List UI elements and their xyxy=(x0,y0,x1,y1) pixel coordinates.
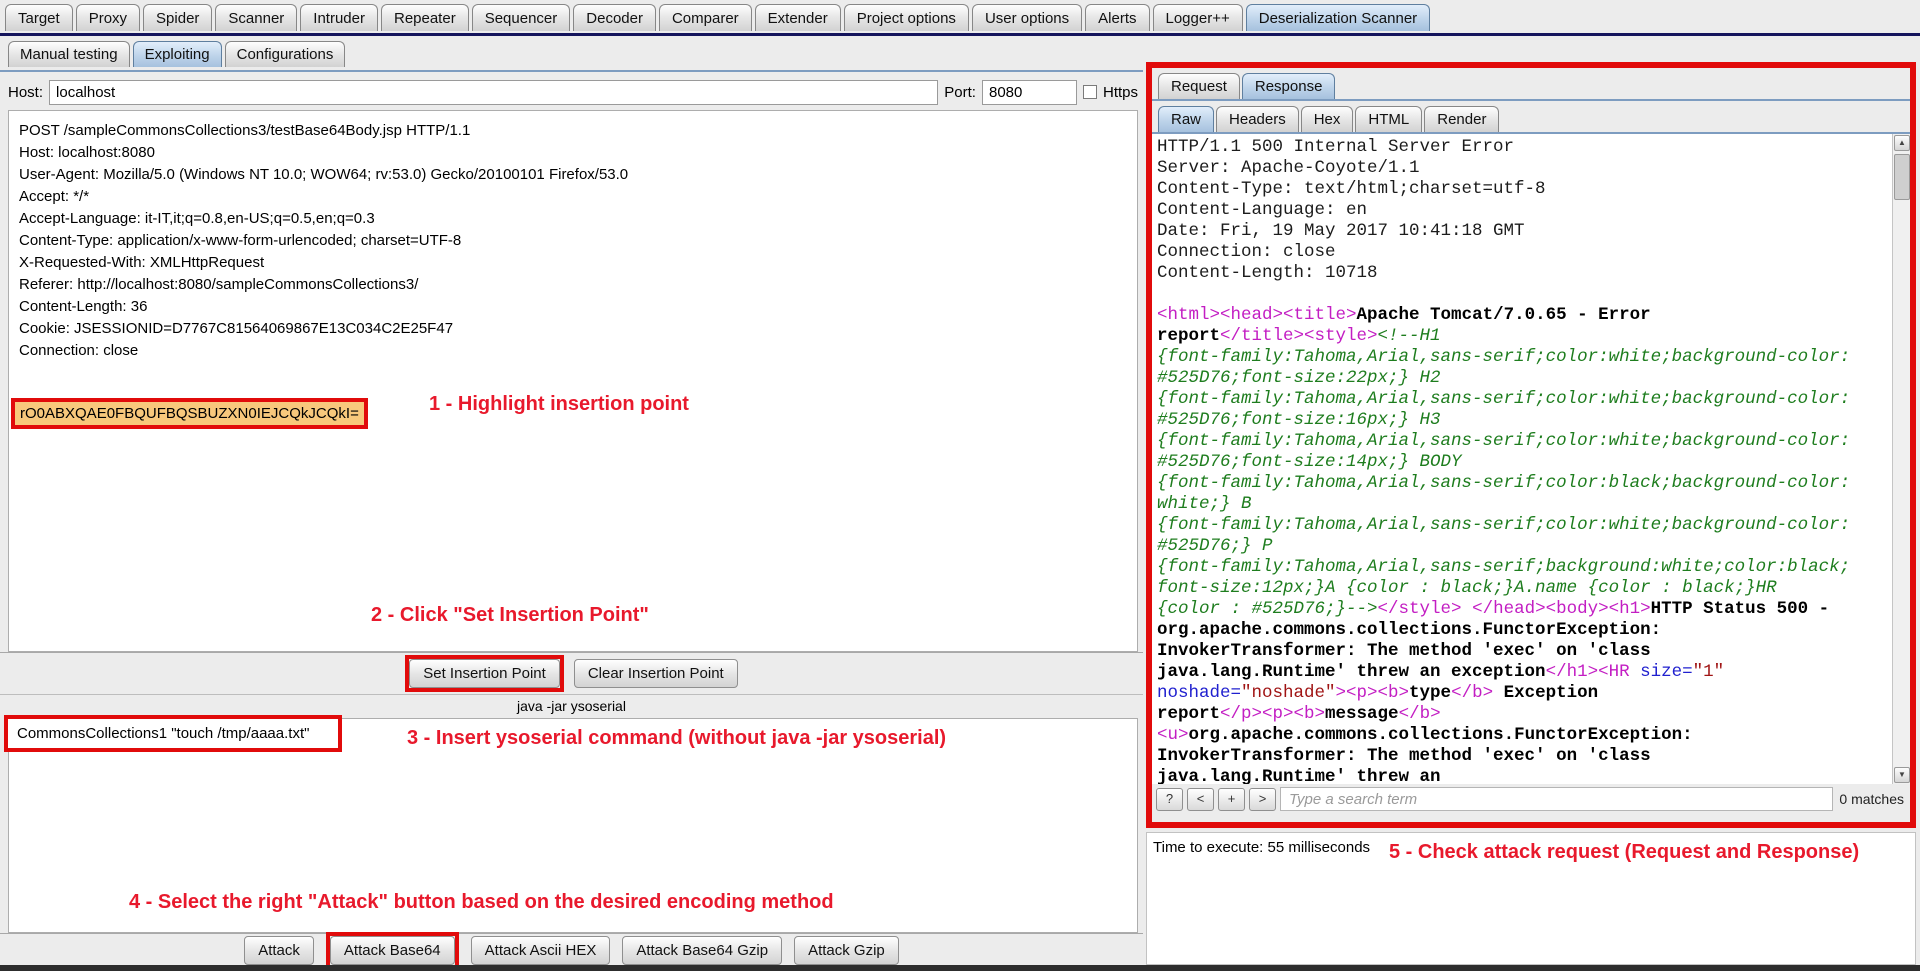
annotation-step3: 3 - Insert ysoserial command (without ja… xyxy=(407,727,946,750)
search-next-button[interactable]: > xyxy=(1249,788,1276,811)
tab-sequencer[interactable]: Sequencer xyxy=(472,4,571,31)
subtab-exploiting[interactable]: Exploiting xyxy=(133,41,222,67)
deserialization-scanner-window: TargetProxySpiderScannerIntruderRepeater… xyxy=(0,0,1920,971)
response-segment: </b> xyxy=(1399,704,1441,724)
response-scrollbar[interactable]: ▲ ▼ xyxy=(1892,134,1910,784)
https-label: Https xyxy=(1103,84,1138,101)
response-segment: noshade= xyxy=(1157,683,1241,703)
set-insertion-point-button[interactable]: Set Insertion Point xyxy=(409,659,560,688)
extension-sub-tab-bar: Manual testingExploitingConfigurations xyxy=(0,41,1143,72)
burp-tab-bar: TargetProxySpiderScannerIntruderRepeater… xyxy=(0,0,1920,36)
tab-extender[interactable]: Extender xyxy=(755,4,841,31)
response-segment: org.apache.commons.collections.FunctorEx… xyxy=(1157,725,1693,784)
insertion-point-token[interactable]: rO0ABXQAE0FBQUFBQSBUZXN0IEJCQkJCQkI= xyxy=(15,402,364,425)
attack-highlight-red-box: Attack Base64 xyxy=(326,932,459,969)
tab-deserialization-scanner[interactable]: Deserialization Scanner xyxy=(1246,4,1430,31)
response-segment: </head><body><h1> xyxy=(1472,599,1651,619)
target-config-row: Host: Port: Https xyxy=(8,78,1138,106)
clear-insertion-point-button[interactable]: Clear Insertion Point xyxy=(574,659,738,688)
response-segment: HTTP/1.1 500 Internal Server Error Serve… xyxy=(1157,137,1546,283)
response-segment: "noshade" xyxy=(1241,683,1336,703)
tab-target[interactable]: Target xyxy=(5,4,73,31)
attack-base64-button[interactable]: Attack Base64 xyxy=(330,936,455,965)
tab-project-options[interactable]: Project options xyxy=(844,4,969,31)
view-tab-bar: RawHeadersHexHTMLRender xyxy=(1152,101,1910,134)
insertion-point-red-box: rO0ABXQAE0FBQUFBQSBUZXN0IEJCQkJCQkI= xyxy=(11,398,368,429)
scrollbar-thumb[interactable] xyxy=(1894,154,1910,200)
tab-spider[interactable]: Spider xyxy=(143,4,212,31)
response-segment: message xyxy=(1325,704,1399,724)
request-text: POST /sampleCommonsCollections3/testBase… xyxy=(9,111,1137,362)
viewtab-headers[interactable]: Headers xyxy=(1216,106,1299,132)
msgtab-response[interactable]: Response xyxy=(1242,73,1336,99)
attack-gzip-button[interactable]: Attack Gzip xyxy=(794,936,899,965)
tab-alerts[interactable]: Alerts xyxy=(1085,4,1149,31)
insertion-button-strip: Set Insertion Point Clear Insertion Poin… xyxy=(0,652,1143,694)
viewtab-raw[interactable]: Raw xyxy=(1158,106,1214,132)
set-insertion-red-box: Set Insertion Point xyxy=(405,655,564,692)
response-segment: "1" xyxy=(1693,662,1725,682)
response-segment: <!--H1 {font-family:Tahoma,Arial,sans-se… xyxy=(1157,326,1850,619)
search-prev-button[interactable]: < xyxy=(1187,788,1214,811)
response-segment: </style> xyxy=(1378,599,1462,619)
tab-intruder[interactable]: Intruder xyxy=(300,4,378,31)
search-input[interactable] xyxy=(1280,787,1833,811)
viewtab-html[interactable]: HTML xyxy=(1355,106,1422,132)
tab-scanner[interactable]: Scanner xyxy=(215,4,297,31)
response-segment: <html><head><title> xyxy=(1157,305,1357,325)
response-segment: </h1><HR xyxy=(1546,662,1641,682)
time-to-execute-label: Time to execute: 55 milliseconds xyxy=(1153,839,1370,856)
tab-proxy[interactable]: Proxy xyxy=(76,4,140,31)
port-input[interactable] xyxy=(982,80,1077,105)
port-label: Port: xyxy=(944,84,976,101)
request-editor[interactable]: POST /sampleCommonsCollections3/testBase… xyxy=(8,110,1138,652)
msgtab-request[interactable]: Request xyxy=(1158,73,1240,99)
annotation-step1: 1 - Highlight insertion point xyxy=(429,393,689,416)
attack-ascii-hex-button[interactable]: Attack Ascii HEX xyxy=(471,936,611,965)
tab-comparer[interactable]: Comparer xyxy=(659,4,752,31)
viewtab-hex[interactable]: Hex xyxy=(1301,106,1354,132)
search-add-button[interactable]: + xyxy=(1218,788,1245,811)
scroll-up-icon[interactable]: ▲ xyxy=(1894,135,1910,151)
match-count: 0 matches xyxy=(1837,791,1906,807)
host-input[interactable] xyxy=(49,80,938,105)
response-segment: size= xyxy=(1640,662,1693,682)
response-segment: ><p><b> xyxy=(1336,683,1410,703)
window-bottom-edge xyxy=(0,965,1920,971)
attack-button-strip: Attack Attack Base64 Attack Ascii HEX Attac… xyxy=(0,933,1143,967)
command-red-box: CommonsCollections1 "touch /tmp/aaaa.txt… xyxy=(4,715,342,752)
message-tab-bar: RequestResponse xyxy=(1152,68,1910,101)
response-text[interactable]: HTTP/1.1 500 Internal Server Error Serve… xyxy=(1152,134,1892,784)
https-checkbox[interactable] xyxy=(1083,85,1097,99)
response-segment xyxy=(1462,599,1473,619)
scroll-down-icon[interactable]: ▼ xyxy=(1894,767,1910,783)
tab-repeater[interactable]: Repeater xyxy=(381,4,469,31)
response-segment: </title><style> xyxy=(1220,326,1378,346)
annotation-step2: 2 - Click "Set Insertion Point" xyxy=(371,604,649,627)
host-label: Host: xyxy=(8,84,43,101)
tab-logger[interactable]: Logger++ xyxy=(1153,4,1243,31)
annotation-step4: 4 - Select the right "Attack" button bas… xyxy=(129,891,834,914)
response-segment: </p><p><b> xyxy=(1220,704,1325,724)
status-area: Time to execute: 55 milliseconds 5 - Che… xyxy=(1146,832,1916,965)
annotation-step5: 5 - Check attack request (Request and Re… xyxy=(1389,841,1859,864)
viewtab-render[interactable]: Render xyxy=(1424,106,1499,132)
response-segment: </b> xyxy=(1451,683,1493,703)
ysoserial-command-area[interactable]: CommonsCollections1 "touch /tmp/aaaa.txt… xyxy=(8,718,1138,933)
attack-result-panel: RequestResponse RawHeadersHexHTMLRender … xyxy=(1146,62,1916,828)
search-bar: ?<+> 0 matches xyxy=(1152,784,1910,814)
tab-user-options[interactable]: User options xyxy=(972,4,1082,31)
response-segment: type xyxy=(1409,683,1451,703)
subtab-configurations[interactable]: Configurations xyxy=(225,41,346,67)
subtab-manual-testing[interactable]: Manual testing xyxy=(8,41,130,67)
response-segment: <u> xyxy=(1157,725,1189,745)
search-help-button[interactable]: ? xyxy=(1156,788,1183,811)
response-viewer: HTTP/1.1 500 Internal Server Error Serve… xyxy=(1152,134,1910,784)
search-buttons: ?<+> xyxy=(1156,788,1276,811)
tab-decoder[interactable]: Decoder xyxy=(573,4,656,31)
attack-button[interactable]: Attack xyxy=(244,936,314,965)
attack-base64-gzip-button[interactable]: Attack Base64 Gzip xyxy=(622,936,782,965)
ysoserial-command-input[interactable]: CommonsCollections1 "touch /tmp/aaaa.txt… xyxy=(8,719,338,748)
